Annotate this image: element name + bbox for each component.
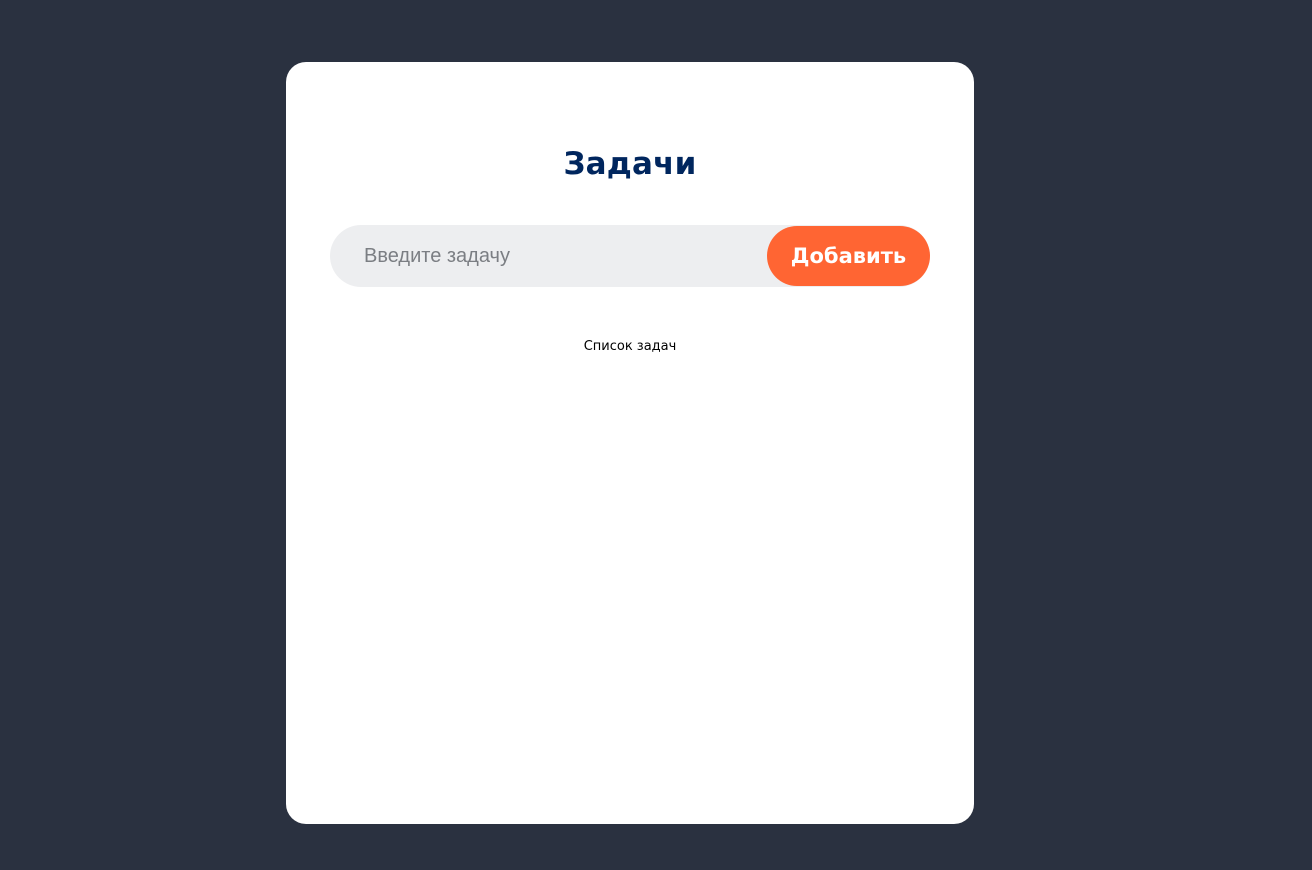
- task-list-caption: Список задач: [583, 339, 677, 354]
- todo-card: Задачи Добавить Список задач: [286, 62, 974, 824]
- task-input-row: Добавить: [330, 225, 930, 287]
- add-task-button[interactable]: Добавить: [767, 226, 930, 286]
- page-title: Задачи: [563, 146, 697, 182]
- task-input[interactable]: [330, 225, 767, 287]
